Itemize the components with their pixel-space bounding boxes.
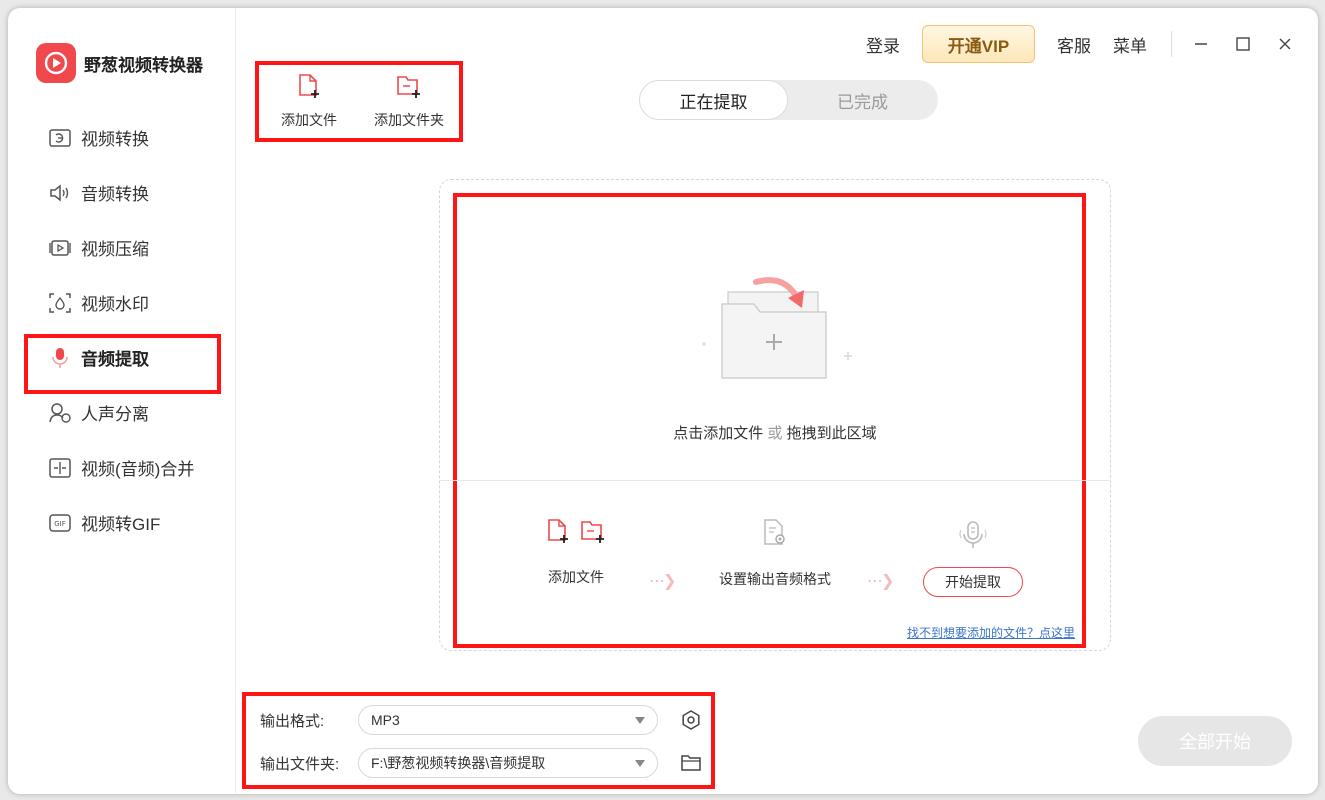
step-add-file: 添加文件 [516,518,636,587]
output-format-row: 输出格式: MP3 [260,705,658,735]
sidebar-item-video-to-gif[interactable]: GIF 视频转GIF [8,495,236,550]
output-folder-value: F:\野葱视频转换器\音频提取 [371,755,546,771]
minimize-icon[interactable] [1188,31,1214,57]
watermark-icon [47,292,73,314]
start-all-button[interactable]: 全部开始 [1138,716,1292,766]
sidebar-item-label: 人声分离 [81,405,149,424]
add-folder-icon [580,518,606,549]
add-file-icon [297,73,321,104]
sidebar-item-video-compress[interactable]: 视频压缩 [8,220,236,275]
divider [439,480,1111,481]
add-folder-button[interactable]: 添加文件夹 [359,65,459,138]
output-folder-row: 输出文件夹: F:\野葱视频转换器\音频提取 [260,748,658,778]
drop-hint-drag: 拖拽到此区域 [786,425,877,442]
settings-gear-icon[interactable] [678,707,704,733]
sidebar-item-label: 视频转换 [81,130,149,149]
sidebar-item-label: 音频提取 [81,350,149,369]
format-settings-icon [762,518,788,551]
step-set-format: 设置输出音频格式 [705,518,845,589]
step-start-extract: 开始提取 [921,520,1025,597]
add-file-icon [546,518,570,549]
tab-completed[interactable]: 已完成 [788,80,937,120]
voice-separate-icon [47,402,73,424]
toolbar: 添加文件 添加文件夹 [255,61,463,142]
top-bar: 登录 开通VIP 客服 菜单 [844,24,1298,64]
sidebar-item-label: 视频(音频)合并 [81,460,195,479]
login-link[interactable]: 登录 [866,32,900,57]
drop-hint[interactable]: 点击添加文件 或 拖拽到此区域 [439,422,1111,443]
add-folder-label: 添加文件夹 [374,112,444,128]
folder-icon[interactable] [678,750,704,776]
add-folder-icon [396,73,422,104]
tab-extracting[interactable]: 正在提取 [639,80,788,120]
sidebar-item-video-convert[interactable]: 视频转换 [8,110,236,165]
gif-icon: GIF [47,512,73,534]
maximize-icon[interactable] [1230,31,1256,57]
output-format-value: MP3 [371,712,400,728]
customer-service-link[interactable]: 客服 [1057,32,1091,57]
divider [1171,31,1172,57]
step-set-format-label: 设置输出音频格式 [719,571,831,587]
add-file-button[interactable]: 添加文件 [259,65,359,138]
output-folder-select[interactable]: F:\野葱视频转换器\音频提取 [358,748,658,778]
drop-hint-or: 或 [767,425,783,442]
close-icon[interactable] [1272,31,1298,57]
microphone-icon [47,347,73,369]
brand: 野葱视频转换器 [36,43,203,83]
app-name: 野葱视频转换器 [84,55,203,75]
output-format-select[interactable]: MP3 [358,705,658,735]
sidebar-item-label: 视频压缩 [81,240,149,259]
add-folder-illustration-icon[interactable] [698,274,858,399]
step-add-file-label: 添加文件 [548,569,604,585]
sidebar-item-merge[interactable]: 视频(音频)合并 [8,440,236,495]
app-window: 野葱视频转换器 视频转换 音频转换 视频压缩 视频水印 音频提取 人声分离 视频… [8,8,1318,794]
sidebar-item-label: 视频转GIF [81,515,161,534]
menu-link[interactable]: 菜单 [1113,32,1147,57]
microphone-icon [958,520,988,555]
sidebar-item-audio-convert[interactable]: 音频转换 [8,165,236,220]
sidebar-item-label: 音频转换 [81,185,149,204]
sidebar-item-audio-extract[interactable]: 音频提取 [8,330,236,394]
app-logo-icon [36,43,76,83]
video-compress-icon [47,237,73,259]
sidebar-item-video-watermark[interactable]: 视频水印 [8,275,236,330]
audio-convert-icon [47,182,73,204]
output-folder-label: 输出文件夹: [260,755,340,773]
add-file-label: 添加文件 [281,112,337,128]
sidebar: 野葱视频转换器 视频转换 音频转换 视频压缩 视频水印 音频提取 人声分离 视频… [8,8,236,794]
vip-button[interactable]: 开通VIP [922,25,1035,63]
chevron-down-icon [635,717,645,724]
step-arrow-icon: ⋯❯ [649,573,676,590]
video-convert-icon [47,127,73,149]
sidebar-item-label: 视频水印 [81,295,149,314]
sidebar-nav: 视频转换 音频转换 视频压缩 视频水印 音频提取 人声分离 视频(音频)合并 G… [8,110,236,550]
svg-text:GIF: GIF [54,520,66,528]
chevron-down-icon [635,760,645,767]
start-extract-button[interactable]: 开始提取 [923,567,1023,597]
output-format-label: 输出格式: [260,712,325,730]
help-link[interactable]: 找不到想要添加的文件？点这里 [907,624,1075,641]
step-add-icons [546,518,606,549]
status-tabs: 正在提取 已完成 [639,80,938,120]
sidebar-item-voice-separate[interactable]: 人声分离 [8,385,236,440]
step-arrow-icon: ⋯❯ [867,573,894,590]
merge-icon [47,457,73,479]
drop-hint-click: 点击添加文件 [673,425,764,442]
